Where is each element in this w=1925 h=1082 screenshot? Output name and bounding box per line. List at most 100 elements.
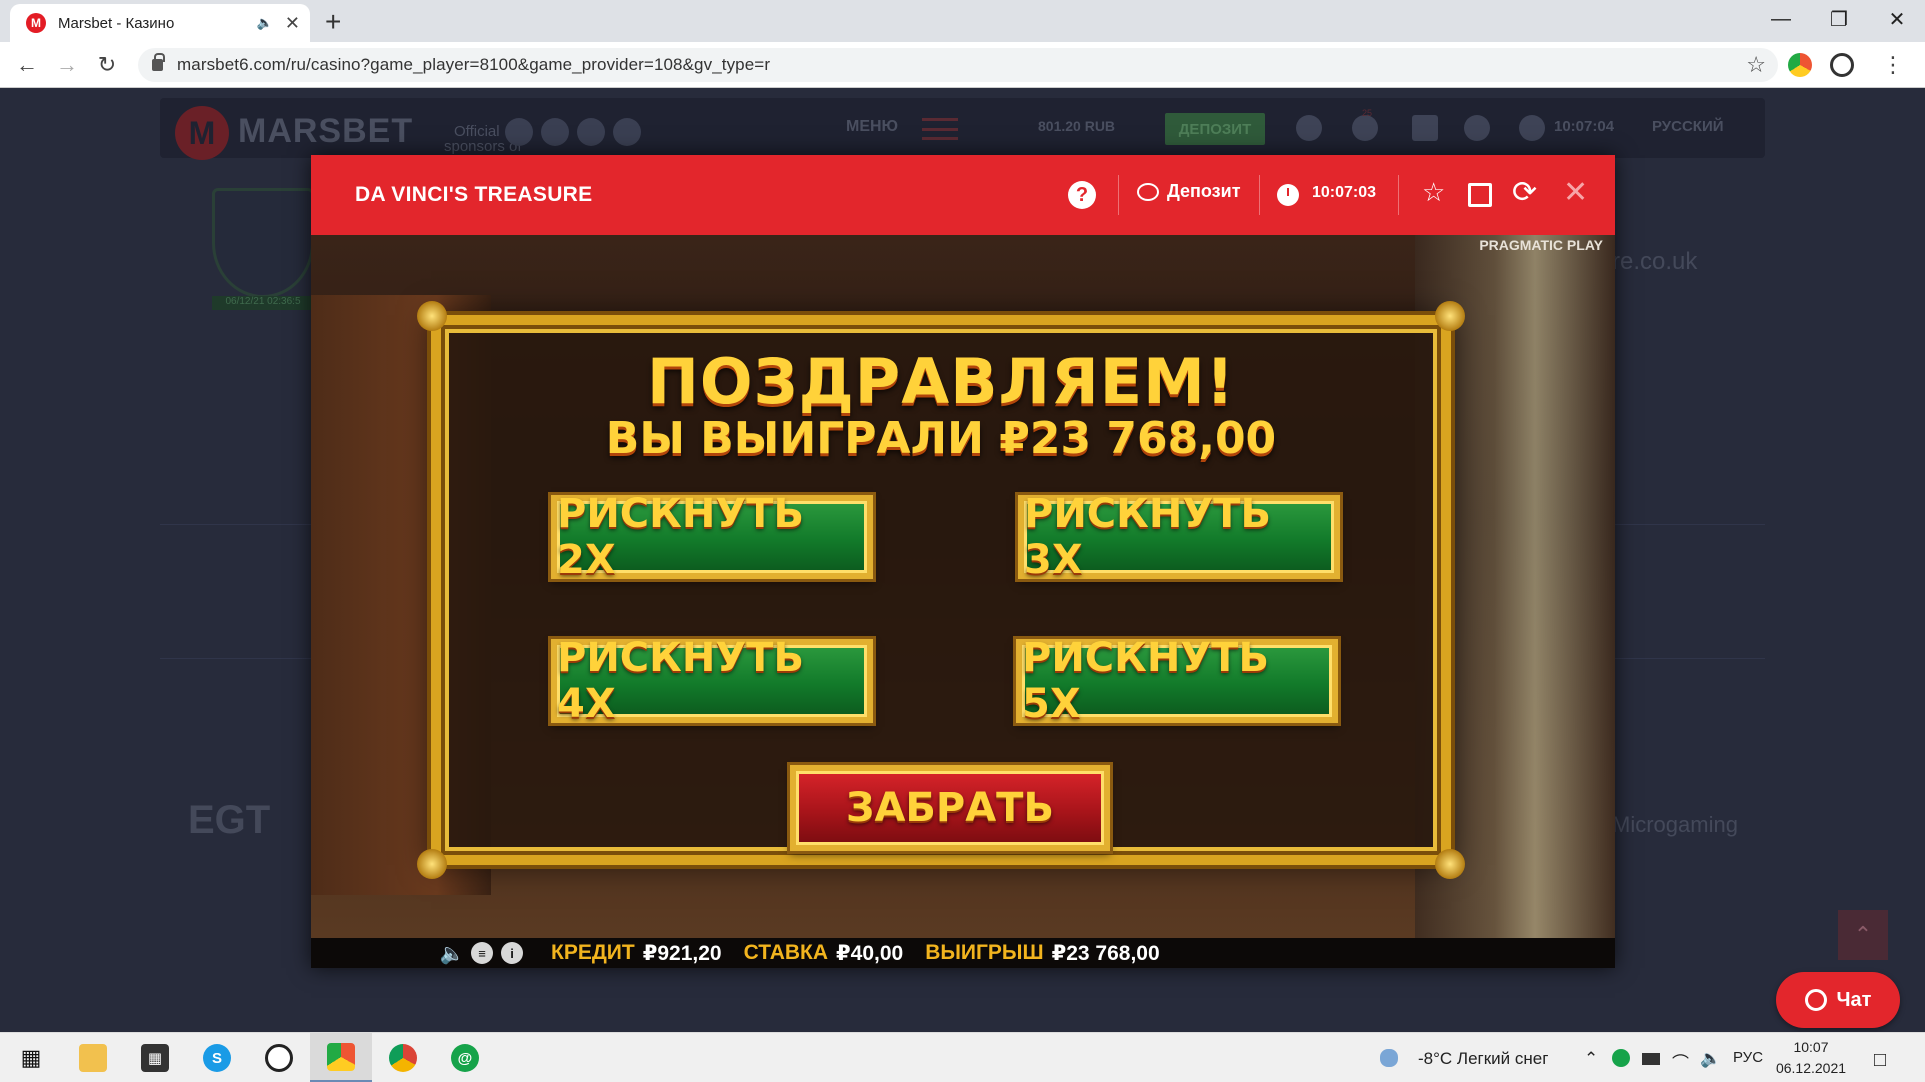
- frame-ornament-icon: [1435, 301, 1465, 331]
- taskbar-time: 10:07: [1793, 1039, 1829, 1055]
- notifications-icon[interactable]: □: [1874, 1049, 1886, 1072]
- start-button[interactable]: ▦: [0, 1033, 62, 1082]
- sponsor-club-icon[interactable]: [613, 118, 641, 146]
- battery-icon[interactable]: [1642, 1053, 1660, 1065]
- user-icon[interactable]: [1296, 115, 1322, 141]
- sync-extension-icon[interactable]: [1830, 53, 1854, 77]
- mail-at-icon: @: [451, 1044, 479, 1072]
- weather-snow-icon[interactable]: [1380, 1049, 1398, 1067]
- whatsapp-tray-icon[interactable]: [1612, 1049, 1630, 1067]
- favorite-star-icon[interactable]: ☆: [1422, 177, 1445, 208]
- menu-icon[interactable]: ≡: [471, 942, 493, 964]
- gamble-5x-button[interactable]: РИСКНУТЬ 5X: [1013, 635, 1341, 727]
- gamecare-logo[interactable]: re.co.uk: [1612, 248, 1697, 276]
- search-icon[interactable]: [1464, 115, 1490, 141]
- curacao-license-icon[interactable]: [212, 188, 314, 298]
- marsbet-favicon-icon: M: [26, 13, 46, 33]
- windows-logo-icon: ▦: [20, 1045, 42, 1070]
- restore-icon[interactable]: ❐: [1811, 0, 1867, 38]
- window-close-icon[interactable]: ✕: [1869, 0, 1925, 38]
- frame-ornament-icon: [1435, 849, 1465, 879]
- chat-bubble-icon: [1804, 989, 1827, 1011]
- browser-app-icon: [327, 1042, 355, 1071]
- header-time: 10:07:04: [1554, 118, 1615, 135]
- address-bar[interactable]: marsbet6.com/ru/casino?game_player=8100&…: [138, 48, 1778, 82]
- fullscreen-icon[interactable]: [1468, 183, 1492, 207]
- egt-provider-logo[interactable]: EGT: [188, 798, 270, 843]
- game-status-bar: 🔈 ≡ i КРЕДИТ ₽921,20 СТАВКА ₽40,00 ВЫИГР…: [311, 938, 1615, 968]
- header-deposit-button[interactable]: ДЕПОЗИТ: [1165, 113, 1265, 145]
- modal-time: 10:07:03: [1312, 184, 1377, 201]
- taskbar-media-app[interactable]: [248, 1033, 310, 1082]
- weather-text[interactable]: -8°C Легкий снег: [1418, 1049, 1548, 1069]
- refresh-icon[interactable]: ⟳: [1512, 175, 1537, 210]
- minimize-icon[interactable]: —: [1753, 0, 1809, 38]
- speaker-icon[interactable]: 🔈: [257, 15, 273, 31]
- language-selector[interactable]: РУССКИЙ: [1652, 118, 1724, 135]
- url-text: marsbet6.com/ru/casino?game_player=8100&…: [177, 55, 771, 74]
- browser-tab[interactable]: M Marsbet - Казино 🔈 ✕: [10, 4, 310, 42]
- taskbar-mail[interactable]: @: [434, 1033, 496, 1082]
- browser-toolbar: ← → ↻ marsbet6.com/ru/casino?game_player…: [0, 42, 1925, 88]
- bell-icon[interactable]: [1352, 115, 1378, 141]
- clipboard-icon[interactable]: [1412, 115, 1438, 141]
- gamble-4x-button[interactable]: РИСКНУТЬ 4X: [548, 635, 876, 727]
- help-icon[interactable]: ?: [1068, 181, 1096, 209]
- taskbar-calculator[interactable]: ▦: [124, 1033, 186, 1082]
- game-canvas[interactable]: PRAGMATIC PLAY ПОЗДРАВЛЯЕМ! ВЫ ВЫИГРАЛИ …: [311, 235, 1615, 938]
- win-value: ₽23 768,00: [1051, 941, 1160, 965]
- close-icon[interactable]: ✕: [1563, 175, 1588, 210]
- input-language[interactable]: РУС: [1733, 1049, 1763, 1066]
- wifi-icon[interactable]: ⌒: [1672, 1049, 1689, 1074]
- divider: [1118, 175, 1119, 215]
- gamble-2x-button[interactable]: РИСКНУТЬ 2X: [548, 491, 876, 583]
- license-date: 06/12/21 02:36:5: [212, 296, 314, 310]
- new-tab-button[interactable]: +: [325, 6, 341, 38]
- game-title: DA VINCI'S TREASURE: [355, 183, 593, 206]
- notification-badge: 25: [1362, 108, 1373, 118]
- credit-value: ₽921,20: [642, 941, 722, 965]
- taskbar-clock[interactable]: 10:07 06.12.2021: [1774, 1037, 1848, 1079]
- bookmark-star-icon[interactable]: ☆: [1746, 52, 1766, 78]
- extension-icon[interactable]: [1788, 53, 1812, 77]
- reload-icon[interactable]: ↻: [92, 50, 122, 80]
- congrats-heading: ПОЗДРАВЛЯЕМ!: [646, 345, 1236, 418]
- taskbar-date: 06.12.2021: [1775, 1060, 1847, 1076]
- sound-icon[interactable]: 🔈: [440, 942, 465, 965]
- modal-deposit-button[interactable]: Депозит: [1137, 181, 1241, 202]
- browser-menu-icon[interactable]: ⋮: [1878, 50, 1908, 80]
- info-icon[interactable]: i: [501, 942, 523, 964]
- clock-icon: [1519, 115, 1545, 141]
- bet-label: СТАВКА: [743, 941, 829, 964]
- lock-icon[interactable]: [152, 53, 165, 71]
- taskbar-skype[interactable]: S: [186, 1033, 248, 1082]
- sponsor-club-icon[interactable]: [505, 118, 533, 146]
- chat-button[interactable]: Чат: [1776, 972, 1900, 1028]
- menu-button[interactable]: МЕНЮ: [846, 118, 898, 136]
- gamble-3x-button[interactable]: РИСКНУТЬ 3X: [1015, 491, 1343, 583]
- sponsor-club-icon[interactable]: [577, 118, 605, 146]
- scroll-to-top-button[interactable]: ⌃: [1838, 910, 1888, 960]
- hamburger-icon[interactable]: [922, 118, 958, 140]
- marsbet-logo-icon[interactable]: M: [175, 106, 229, 160]
- taskbar-file-explorer[interactable]: [62, 1033, 124, 1082]
- forward-icon[interactable]: →: [52, 50, 82, 80]
- balance-display[interactable]: 801.20 RUB: [1038, 118, 1115, 134]
- game-modal: DA VINCI'S TREASURE ? Депозит 10:07:03 ☆…: [311, 155, 1615, 968]
- microgaming-provider-logo[interactable]: Microgaming: [1612, 812, 1738, 838]
- taskbar-chrome[interactable]: [372, 1033, 434, 1082]
- credit-label: КРЕДИТ: [551, 941, 635, 964]
- folder-icon: [79, 1044, 107, 1072]
- provider-label: PRAGMATIC PLAY: [1479, 237, 1603, 253]
- back-icon[interactable]: ←: [12, 50, 42, 80]
- skype-icon: S: [203, 1044, 231, 1072]
- taskbar-browser-active[interactable]: [310, 1033, 372, 1082]
- tab-close-icon[interactable]: ✕: [285, 13, 300, 34]
- collect-button[interactable]: ЗАБРАТЬ: [787, 762, 1113, 854]
- site-logo-text[interactable]: MARSBET: [238, 112, 413, 151]
- volume-icon[interactable]: 🔈: [1700, 1049, 1721, 1069]
- divider: [1398, 175, 1399, 215]
- sponsor-club-icon[interactable]: [541, 118, 569, 146]
- tray-chevron-icon[interactable]: ⌃: [1584, 1049, 1598, 1069]
- windows-taskbar: ▦ ▦ S @ -8°C Легкий снег ⌃ ⌒ 🔈 РУС 10:07…: [0, 1032, 1925, 1082]
